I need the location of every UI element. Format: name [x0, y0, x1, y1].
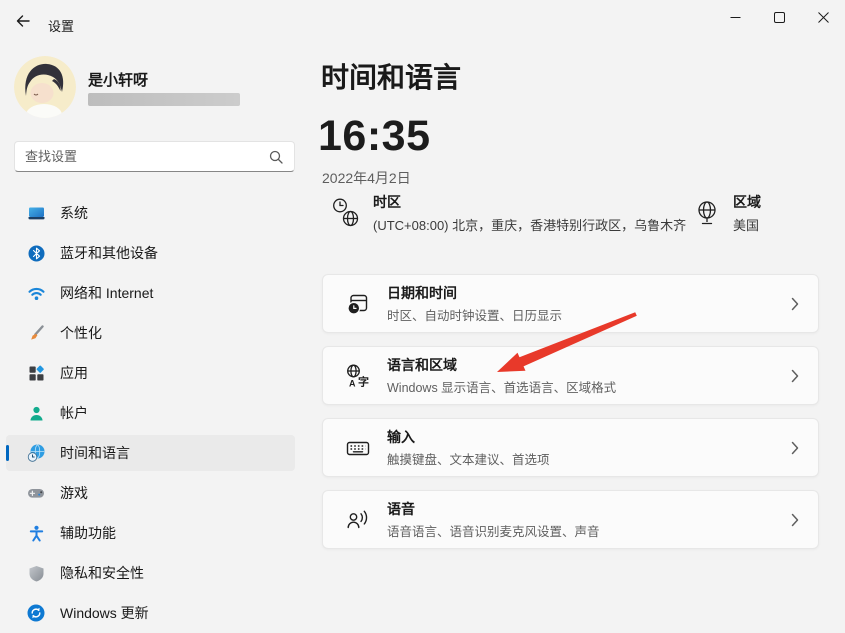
card-title: 输入: [387, 427, 550, 447]
chevron-right-icon: [791, 513, 799, 527]
card-subtitle: 触摸键盘、文本建议、首选项: [387, 449, 550, 468]
card-subtitle: Windows 显示语言、首选语言、区域格式: [387, 377, 616, 396]
sidebar-item-network-internet[interactable]: 网络和 Internet: [6, 275, 295, 311]
search-icon[interactable]: [269, 150, 283, 164]
language-region-icon: 字 A: [344, 363, 372, 389]
timezone-label: 时区: [373, 192, 686, 212]
sidebar-item-system[interactable]: 系统: [6, 195, 295, 231]
sidebar-item-label: 时间和语言: [60, 443, 130, 463]
back-button[interactable]: [8, 6, 38, 36]
card-subtitle: 语音语言、语音识别麦克风设置、声音: [387, 521, 600, 540]
chevron-right-icon: [791, 369, 799, 383]
sidebar-item-bluetooth-devices[interactable]: 蓝牙和其他设备: [6, 235, 295, 271]
settings-card-date-time[interactable]: 日期和时间 时区、自动时钟设置、日历显示: [322, 274, 819, 333]
sidebar-item-label: 帐户: [60, 403, 88, 423]
avatar: [14, 56, 76, 118]
app-title: 设置: [48, 16, 74, 35]
timezone-icon: [331, 197, 361, 229]
sidebar-item-label: 个性化: [60, 323, 102, 343]
sidebar-item-time-language[interactable]: 时间和语言: [6, 435, 295, 471]
date-time-icon: [344, 291, 372, 317]
gaming-icon: [27, 484, 45, 502]
personalization-icon: [27, 324, 45, 342]
sidebar-item-label: 隐私和安全性: [60, 563, 144, 583]
svg-text:字: 字: [358, 374, 369, 388]
region-label: 区域: [733, 192, 761, 212]
search-box: [14, 141, 295, 172]
timezone-value: (UTC+08:00) 北京，重庆，香港特别行政区，乌鲁木齐: [373, 215, 686, 234]
sidebar-item-label: 蓝牙和其他设备: [60, 243, 158, 263]
card-subtitle: 时区、自动时钟设置、日历显示: [387, 305, 562, 324]
sidebar-item-label: 辅助功能: [60, 523, 116, 543]
sidebar-item-accessibility[interactable]: 辅助功能: [6, 515, 295, 551]
close-icon: [818, 12, 829, 23]
chevron-right-icon: [791, 441, 799, 455]
sidebar-item-personalization[interactable]: 个性化: [6, 315, 295, 351]
bluetooth-icon: [27, 244, 45, 262]
back-arrow-icon: [15, 13, 31, 29]
minimize-icon: [730, 12, 741, 23]
clock-time: 16:35: [318, 112, 430, 161]
profile-detail-redacted: [88, 93, 240, 106]
card-title: 语音: [387, 499, 600, 519]
settings-window: 设置 是小轩呀: [0, 0, 845, 633]
card-title: 日期和时间: [387, 283, 562, 303]
chevron-right-icon: [791, 297, 799, 311]
network-icon: [27, 284, 45, 302]
region-value: 美国: [733, 215, 761, 234]
sidebar: 系统 蓝牙和其他设备 网络和 Internet 个性化: [6, 195, 295, 633]
page-title: 时间和语言: [321, 56, 461, 96]
sidebar-item-privacy-security[interactable]: 隐私和安全性: [6, 555, 295, 591]
sidebar-item-label: 游戏: [60, 483, 88, 503]
minimize-button[interactable]: [713, 0, 757, 34]
profile-name: 是小轩呀: [88, 69, 148, 90]
speech-icon: [344, 507, 372, 533]
clock-date: 2022年4月2日: [322, 168, 411, 188]
privacy-icon: [27, 564, 45, 582]
svg-text:A: A: [349, 378, 356, 388]
timezone-summary: 时区 (UTC+08:00) 北京，重庆，香港特别行政区，乌鲁木齐: [331, 192, 686, 234]
card-title: 语言和区域: [387, 355, 616, 375]
sidebar-item-gaming[interactable]: 游戏: [6, 475, 295, 511]
selected-indicator: [6, 445, 9, 461]
region-icon: [693, 197, 721, 229]
settings-card-speech[interactable]: 语音 语音语言、语音识别麦克风设置、声音: [322, 490, 819, 549]
region-summary: 区域 美国: [693, 192, 761, 234]
time-language-icon: [27, 444, 45, 462]
sidebar-item-apps[interactable]: 应用: [6, 355, 295, 391]
sidebar-item-label: 应用: [60, 363, 88, 383]
input-icon: [344, 435, 372, 461]
close-button[interactable]: [801, 0, 845, 34]
search-input[interactable]: [15, 149, 269, 164]
accounts-icon: [27, 404, 45, 422]
sidebar-item-windows-update[interactable]: Windows 更新: [6, 595, 295, 631]
settings-card-typing[interactable]: 输入 触摸键盘、文本建议、首选项: [322, 418, 819, 477]
maximize-icon: [774, 12, 785, 23]
apps-icon: [27, 364, 45, 382]
sidebar-item-label: Windows 更新: [60, 603, 149, 623]
system-icon: [27, 204, 45, 222]
sidebar-item-label: 网络和 Internet: [60, 283, 153, 303]
settings-card-list: 日期和时间 时区、自动时钟设置、日历显示 字 A 语言和区域 Windows 显…: [322, 274, 819, 562]
sidebar-item-accounts[interactable]: 帐户: [6, 395, 295, 431]
settings-card-language-region[interactable]: 字 A 语言和区域 Windows 显示语言、首选语言、区域格式: [322, 346, 819, 405]
sidebar-item-label: 系统: [60, 203, 88, 223]
window-controls: [713, 0, 845, 34]
accessibility-icon: [27, 524, 45, 542]
maximize-button[interactable]: [757, 0, 801, 34]
windows-update-icon: [27, 604, 45, 622]
